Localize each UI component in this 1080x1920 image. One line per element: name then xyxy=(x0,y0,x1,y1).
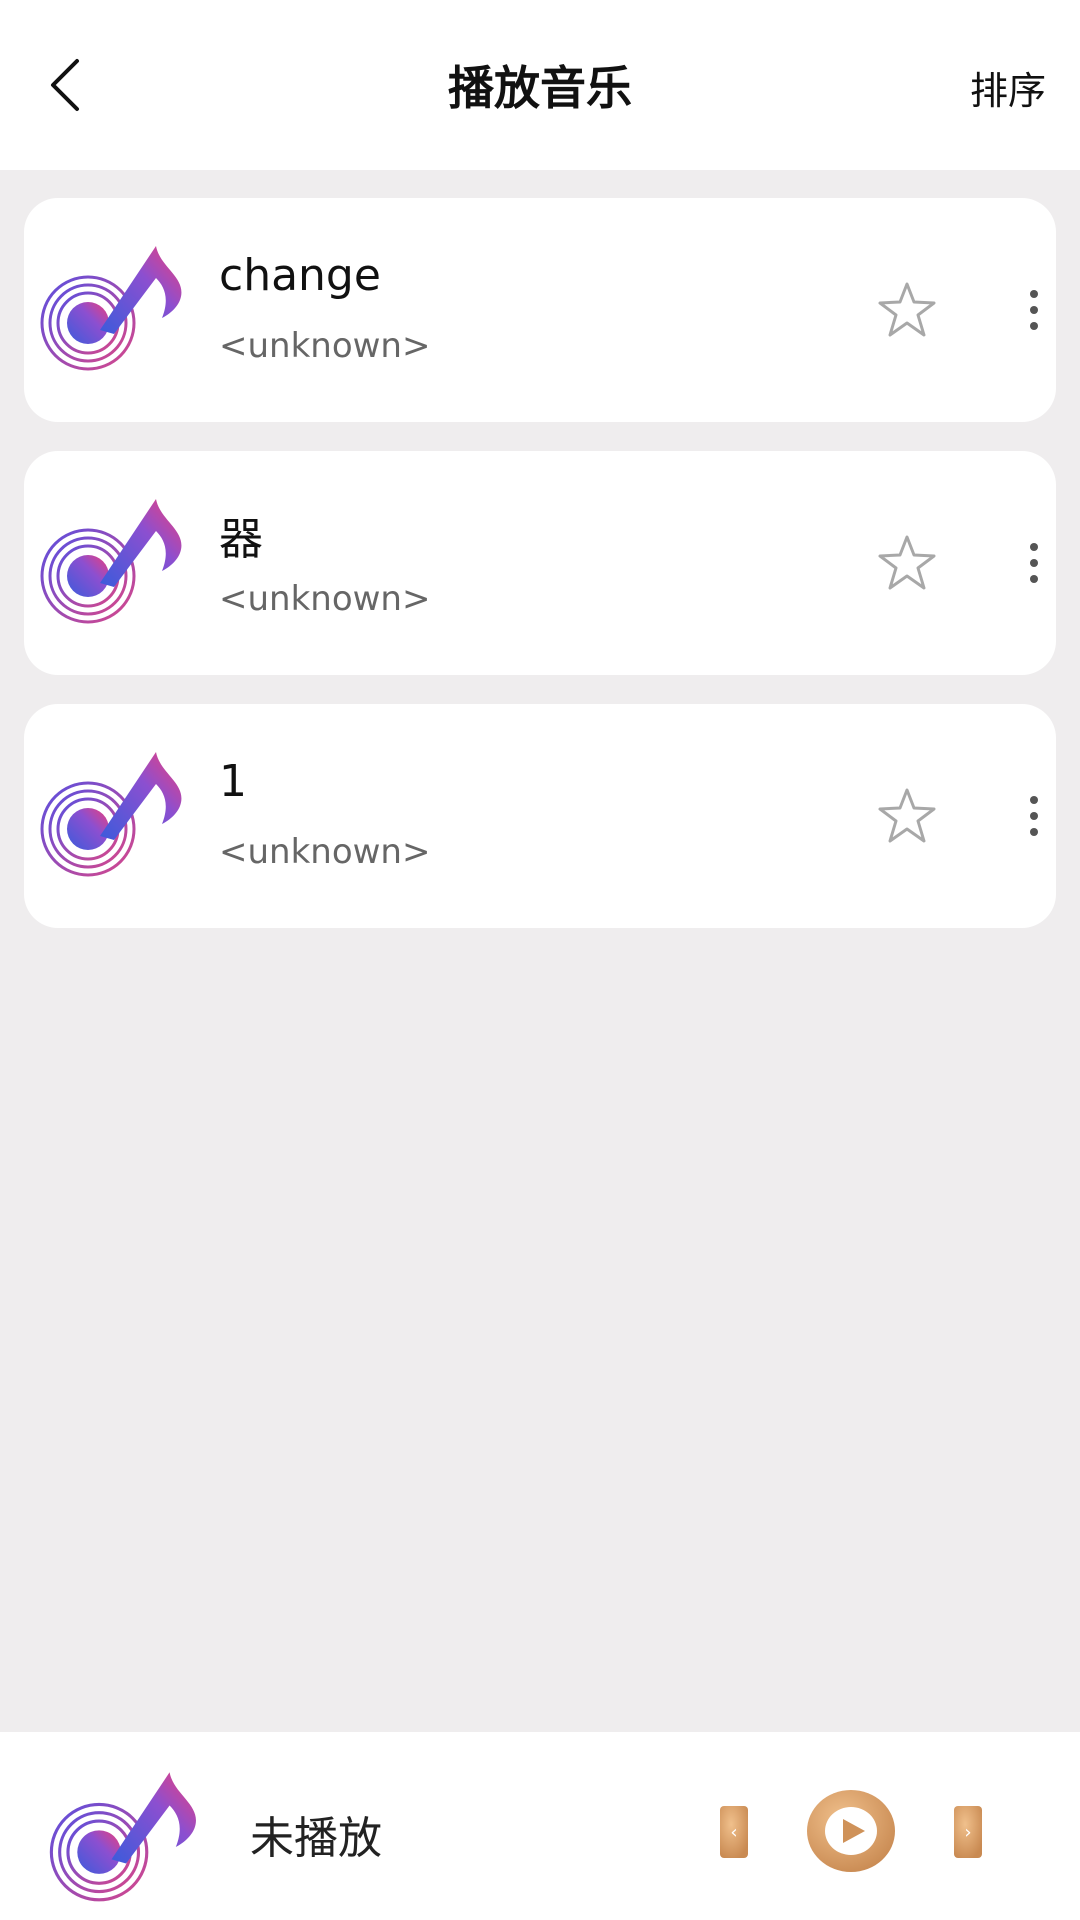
star-icon[interactable] xyxy=(874,278,940,344)
music-note-icon xyxy=(40,752,182,877)
track-item[interactable]: 器 <unknown> xyxy=(24,451,1056,675)
star-icon[interactable] xyxy=(874,784,940,850)
track-artist: <unknown> xyxy=(219,326,431,366)
previous-track-button[interactable]: ‹ xyxy=(718,1804,750,1860)
more-vertical-icon xyxy=(1030,796,1038,836)
sort-button[interactable]: 排序 xyxy=(970,60,1046,115)
prev-icon: ‹ xyxy=(730,1822,737,1843)
track-list: change <unknown> 器 <unknown> 1 <unknown> xyxy=(24,198,1056,957)
track-item[interactable]: change <unknown> xyxy=(24,198,1056,422)
track-artist: <unknown> xyxy=(219,579,431,619)
mini-player: 未播放 ‹ › xyxy=(0,1732,1080,1920)
next-icon: › xyxy=(964,1822,971,1843)
music-note-icon xyxy=(40,246,182,371)
track-item[interactable]: 1 <unknown> xyxy=(24,704,1056,928)
more-options-button[interactable] xyxy=(1004,280,1064,340)
music-note-icon[interactable] xyxy=(40,1764,210,1904)
play-button[interactable] xyxy=(805,1788,897,1874)
more-vertical-icon xyxy=(1030,290,1038,330)
more-options-button[interactable] xyxy=(1004,786,1064,846)
star-icon[interactable] xyxy=(874,531,940,597)
track-title: 器 xyxy=(219,514,263,565)
page-title: 播放音乐 xyxy=(448,61,632,115)
track-artist: <unknown> xyxy=(219,832,431,872)
now-playing-status: 未播放 xyxy=(250,1813,382,1864)
app-header: 播放音乐 排序 xyxy=(0,0,1080,170)
next-track-button[interactable]: › xyxy=(952,1804,984,1860)
music-note-icon xyxy=(40,499,182,624)
more-vertical-icon xyxy=(1030,543,1038,583)
track-title: 1 xyxy=(219,756,247,807)
track-title: change xyxy=(219,250,381,301)
more-options-button[interactable] xyxy=(1004,533,1064,593)
